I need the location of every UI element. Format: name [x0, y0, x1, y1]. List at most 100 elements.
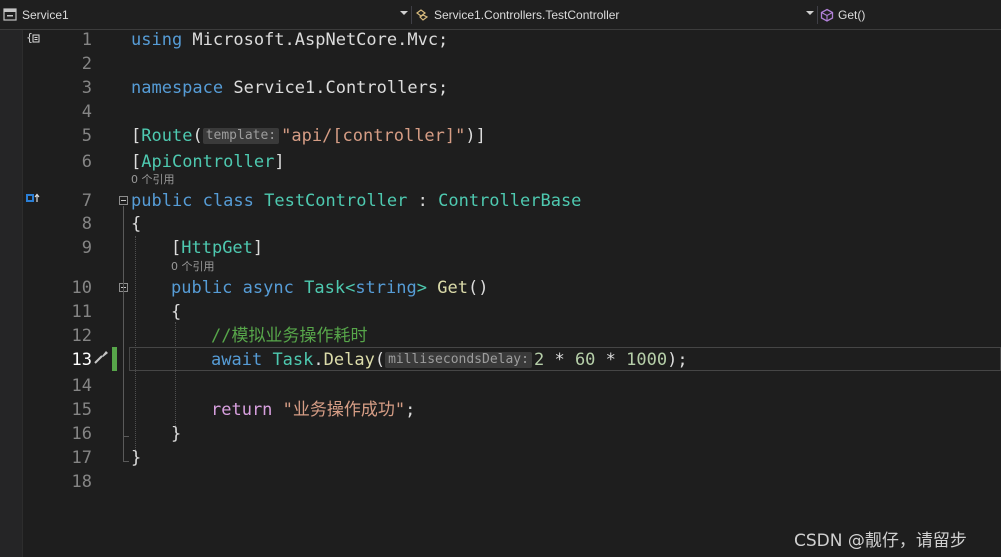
- glyph-margin: [0, 30, 22, 557]
- keyword: public: [171, 278, 233, 298]
- punctuation: [: [131, 126, 142, 146]
- punctuation: (: [192, 126, 203, 146]
- line-number: 9: [81, 238, 92, 258]
- punctuation: <: [345, 278, 356, 298]
- navigation-bar: Service1 Service1.Controllers.TestContro…: [0, 0, 1001, 30]
- fold-region-end: [123, 461, 129, 462]
- punctuation: ;: [405, 400, 416, 420]
- code-line-16[interactable]: }: [171, 424, 181, 444]
- namespace-name: Service1.Controllers;: [223, 78, 449, 98]
- number-literal: 60: [574, 350, 596, 370]
- quick-actions-brush-icon[interactable]: [92, 348, 110, 369]
- class-name: TestController: [264, 191, 408, 211]
- fold-region-line: [123, 293, 124, 437]
- keyword: async: [242, 278, 294, 298]
- punctuation: );: [667, 350, 688, 370]
- brace: {: [131, 214, 142, 234]
- line-number: 12: [71, 326, 92, 346]
- line-number: 15: [71, 400, 92, 420]
- nav-separator: [817, 6, 818, 24]
- type-name: Task: [272, 350, 314, 370]
- brace: {: [171, 302, 182, 322]
- line-number: 11: [71, 302, 92, 322]
- codelens-references-method[interactable]: 0 个引用: [171, 260, 215, 273]
- member-dropdown[interactable]: Get(): [820, 4, 998, 26]
- collapse-class-icon[interactable]: [119, 196, 128, 205]
- parameter-inlay-hint: millisecondsDelay:: [385, 352, 532, 368]
- code-line-12[interactable]: //模拟业务操作耗时: [211, 326, 367, 346]
- codelens-references-class[interactable]: 0 个引用: [131, 173, 175, 186]
- project-label: Service1: [22, 8, 69, 22]
- namespace-name: Microsoft.AspNetCore.Mvc;: [182, 30, 449, 50]
- line-number: 16: [71, 424, 92, 444]
- indent-guide: [135, 236, 136, 456]
- code-line-6[interactable]: [ApiController]: [131, 152, 285, 172]
- code-line-17[interactable]: }: [131, 448, 141, 468]
- line-number: 4: [81, 102, 92, 122]
- punctuation: [: [171, 238, 182, 258]
- attribute-name: ApiController: [141, 152, 275, 172]
- control-keyword: return: [211, 400, 273, 420]
- line-number: 10: [71, 278, 92, 298]
- type-name: Task: [304, 278, 346, 298]
- code-line-9[interactable]: [HttpGet]: [171, 238, 263, 258]
- attribute-name: HttpGet: [181, 238, 253, 258]
- operator: *: [544, 350, 575, 370]
- code-line-11[interactable]: {: [171, 302, 181, 322]
- project-dropdown[interactable]: Service1: [2, 4, 410, 26]
- string-literal: "业务操作成功": [282, 400, 406, 420]
- line-number-current: 13: [71, 350, 92, 370]
- method-name: Get: [437, 278, 468, 298]
- fold-region-end: [123, 436, 129, 437]
- punctuation: ]: [274, 152, 285, 172]
- string-literal: "api/[controller]": [281, 126, 466, 146]
- code-line-8[interactable]: {: [131, 214, 141, 234]
- line-number: 18: [71, 472, 92, 492]
- punctuation: [: [131, 152, 142, 172]
- punctuation: .: [313, 350, 324, 370]
- chevron-down-icon: [806, 11, 814, 15]
- line-number: 1: [81, 30, 92, 50]
- line-number: 2: [81, 54, 92, 74]
- code-line-15[interactable]: return "业务操作成功";: [211, 400, 415, 420]
- code-line-7[interactable]: public class TestController : Controller…: [131, 191, 581, 211]
- svg-text:{: {: [26, 31, 33, 44]
- csharp-project-icon: [3, 8, 17, 21]
- line-number: 8: [81, 214, 92, 234]
- margin-divider: [22, 30, 23, 557]
- method-name: Delay: [323, 350, 375, 370]
- punctuation: (): [467, 278, 489, 298]
- brace: }: [171, 424, 182, 444]
- punctuation: >: [416, 278, 427, 298]
- code-line-10[interactable]: public async Task<string> Get(): [171, 278, 488, 298]
- base-class-name: ControllerBase: [438, 191, 582, 211]
- brace: }: [131, 448, 142, 468]
- code-line-5[interactable]: [Route(template: "api/[controller]")]: [131, 126, 486, 146]
- keyword: namespace: [131, 78, 224, 98]
- member-label: Get(): [838, 8, 866, 22]
- csdn-watermark: CSDN @靓仔，请留步: [794, 531, 967, 551]
- keyword: await: [211, 350, 263, 370]
- line-number: 5: [81, 126, 92, 146]
- punctuation: :: [407, 191, 439, 211]
- class-dropdown[interactable]: Service1.Controllers.TestController: [414, 4, 816, 26]
- code-line-3[interactable]: namespace Service1.Controllers;: [131, 78, 448, 98]
- parameter-inlay-hint: template:: [202, 128, 280, 144]
- punctuation: )]: [465, 126, 486, 146]
- line-number: 3: [81, 78, 92, 98]
- keyword: public: [131, 191, 193, 211]
- line-number: 14: [71, 376, 92, 396]
- keyword: using: [131, 30, 183, 50]
- indent-guide: [175, 322, 176, 432]
- code-line-1[interactable]: using Microsoft.AspNetCore.Mvc;: [131, 30, 448, 50]
- keyword: string: [355, 278, 417, 298]
- number-literal: 2: [533, 350, 545, 370]
- line-number: 6: [81, 152, 92, 172]
- line-number: 17: [71, 448, 92, 468]
- attribute-name: Route: [141, 126, 193, 146]
- punctuation: (: [374, 350, 386, 370]
- code-line-13[interactable]: await Task.Delay(millisecondsDelay: 2 * 6…: [211, 350, 688, 370]
- implements-glyph-icon[interactable]: [25, 192, 41, 207]
- method-cube-icon: [820, 8, 834, 22]
- namespace-glyph-icon: {: [26, 31, 42, 48]
